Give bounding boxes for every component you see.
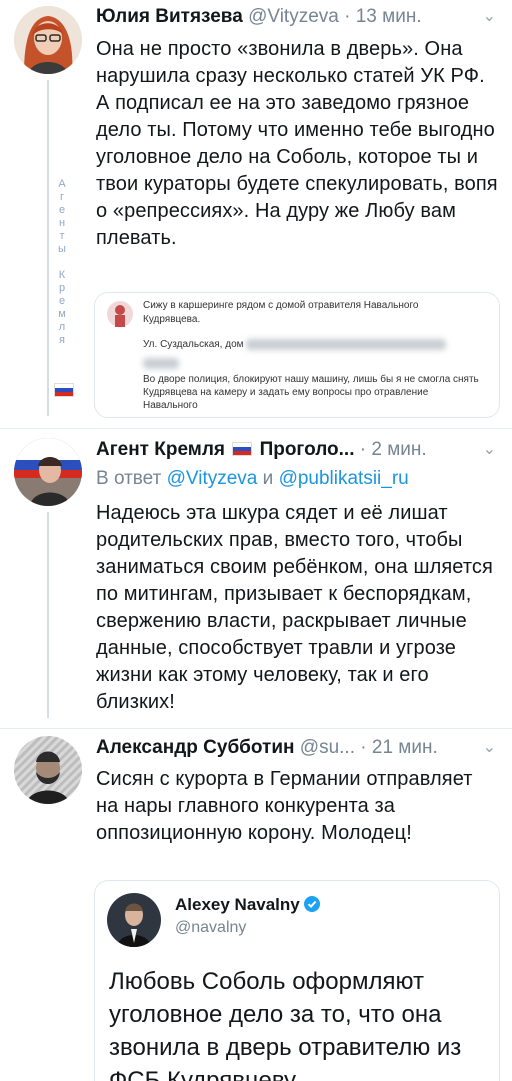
tweet-text: Надеюсь эта шкура сядет и её лишат родит… — [96, 502, 493, 713]
blurred-text — [143, 355, 179, 373]
timestamp[interactable]: 2 мин. — [371, 439, 426, 460]
reply-mention[interactable]: @Vityzeva — [167, 468, 258, 489]
reply-prefix: В ответ — [96, 468, 162, 489]
quoted-text: Любовь Соболь оформляют уголовное дело з… — [109, 968, 462, 1081]
avatar[interactable] — [14, 6, 82, 74]
tweet-text: Сисян с курорта в Германии отправляет на… — [96, 768, 473, 844]
thread-line — [47, 80, 49, 416]
embed-line-2: Ул. Суздальская, дом — [143, 339, 244, 351]
tweet[interactable]: Агент Кремля Проголо... · 2 мин. ⌄ В отв… — [0, 430, 512, 730]
separator: · — [344, 6, 351, 27]
embedded-screenshot[interactable]: Сижу в каршеринге рядом с домой отравите… — [94, 292, 500, 418]
tweet[interactable]: Александр Субботин @su... · 21 мин. ⌄ Си… — [0, 730, 512, 1081]
thread-line — [47, 512, 49, 718]
chevron-down-icon[interactable]: ⌄ — [483, 6, 496, 26]
timestamp[interactable]: 21 мин. — [372, 737, 438, 758]
tweet-header: Юлия Витязева @Vityzeva · 13 мин. ⌄ — [96, 6, 496, 34]
blurred-text — [246, 339, 447, 350]
display-name[interactable]: Агент Кремля — [96, 439, 225, 460]
chevron-down-icon[interactable]: ⌄ — [483, 737, 496, 757]
embed-address: Ул. Суздальская, дом — [143, 339, 447, 351]
reply-and: и — [262, 468, 274, 489]
handle[interactable]: @su... — [300, 737, 355, 758]
vertical-watermark: АгентыКремля — [58, 178, 66, 346]
quoted-handle[interactable]: @navalny — [175, 919, 246, 937]
separator: · — [359, 439, 367, 460]
embed-line-1: Сижу в каршеринге рядом с домой отравите… — [143, 300, 419, 325]
russian-flag-icon — [232, 442, 253, 456]
verified-badge-icon — [304, 896, 321, 917]
tweet-text: Она не просто «звонила в дверь». Она нар… — [96, 38, 498, 249]
avatar — [107, 301, 133, 327]
display-name-suffix[interactable]: Проголо... — [260, 439, 355, 460]
handle[interactable]: @Vityzeva — [248, 6, 339, 27]
avatar[interactable] — [14, 736, 82, 804]
display-name[interactable]: Александр Субботин — [96, 737, 295, 758]
separator: · — [360, 737, 367, 758]
quoted-tweet[interactable]: Alexey Navalny @navalny Любовь Соболь оф… — [94, 880, 500, 1081]
quoted-name-row: Alexey Navalny — [175, 895, 321, 917]
divider — [0, 728, 512, 729]
chevron-down-icon[interactable]: ⌄ — [483, 439, 496, 459]
timestamp[interactable]: 13 мин. — [356, 6, 422, 27]
reply-mention[interactable]: @publikatsii_ru — [279, 468, 409, 489]
avatar[interactable] — [14, 438, 82, 506]
quoted-display-name[interactable]: Alexey Navalny — [175, 895, 300, 914]
russian-flag-icon — [54, 383, 74, 397]
tweet-header: Александр Субботин @su... · 21 мин. ⌄ — [96, 737, 496, 765]
tweet[interactable]: АгентыКремля Юлия Витязева @Vityzeva · 1… — [0, 0, 512, 420]
display-name[interactable]: Юлия Витязева — [96, 6, 243, 27]
divider — [0, 428, 512, 429]
embed-line-3: Во дворе полиция, блокируют нашу машину,… — [143, 374, 479, 411]
avatar[interactable] — [107, 893, 161, 947]
tweet-header: Агент Кремля Проголо... · 2 мин. ⌄ — [96, 439, 496, 467]
reply-context: В ответ @Vityzeva и @publikatsii_ru — [96, 468, 409, 490]
